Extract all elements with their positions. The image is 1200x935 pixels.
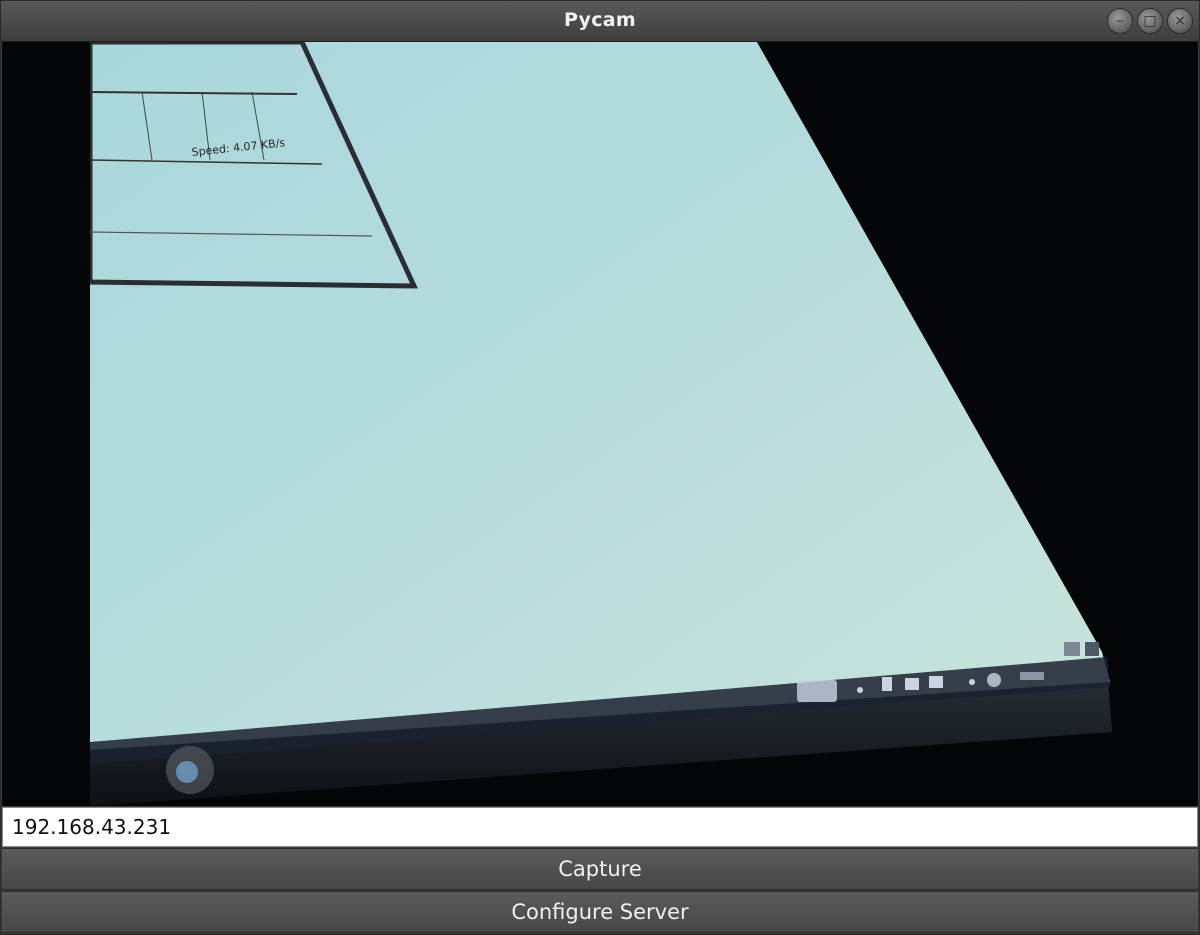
maximize-button[interactable]: □ bbox=[1137, 8, 1163, 34]
keyboard-icon bbox=[797, 680, 837, 702]
flag-icon bbox=[929, 676, 943, 688]
maximize-icon: □ bbox=[1143, 13, 1157, 29]
screen-toggle-icon bbox=[1064, 642, 1080, 656]
capture-button[interactable]: Capture bbox=[2, 848, 1198, 890]
configure-server-button[interactable]: Configure Server bbox=[2, 891, 1198, 933]
camera-feed-image: Speed: 4.07 KB/s bbox=[2, 42, 1198, 806]
camera-feed: Speed: 4.07 KB/s bbox=[2, 42, 1198, 806]
volume-icon bbox=[905, 678, 919, 690]
minimize-button[interactable]: – bbox=[1107, 8, 1133, 34]
close-button[interactable]: × bbox=[1167, 8, 1193, 34]
lock-icon bbox=[882, 677, 892, 691]
window-controls: – □ × bbox=[1107, 8, 1193, 34]
minimize-icon: – bbox=[1116, 13, 1124, 29]
app-window: Pycam – □ × Speed: 4.07 KB/s 192.168.43.… bbox=[0, 0, 1200, 935]
window-title: Pycam bbox=[563, 9, 637, 31]
tray-dot-icon bbox=[857, 687, 863, 693]
network-icon bbox=[987, 673, 1001, 687]
title-bar[interactable]: Pycam – □ × bbox=[1, 1, 1199, 42]
close-icon: × bbox=[1174, 13, 1186, 29]
server-ip-input[interactable] bbox=[2, 807, 1198, 847]
